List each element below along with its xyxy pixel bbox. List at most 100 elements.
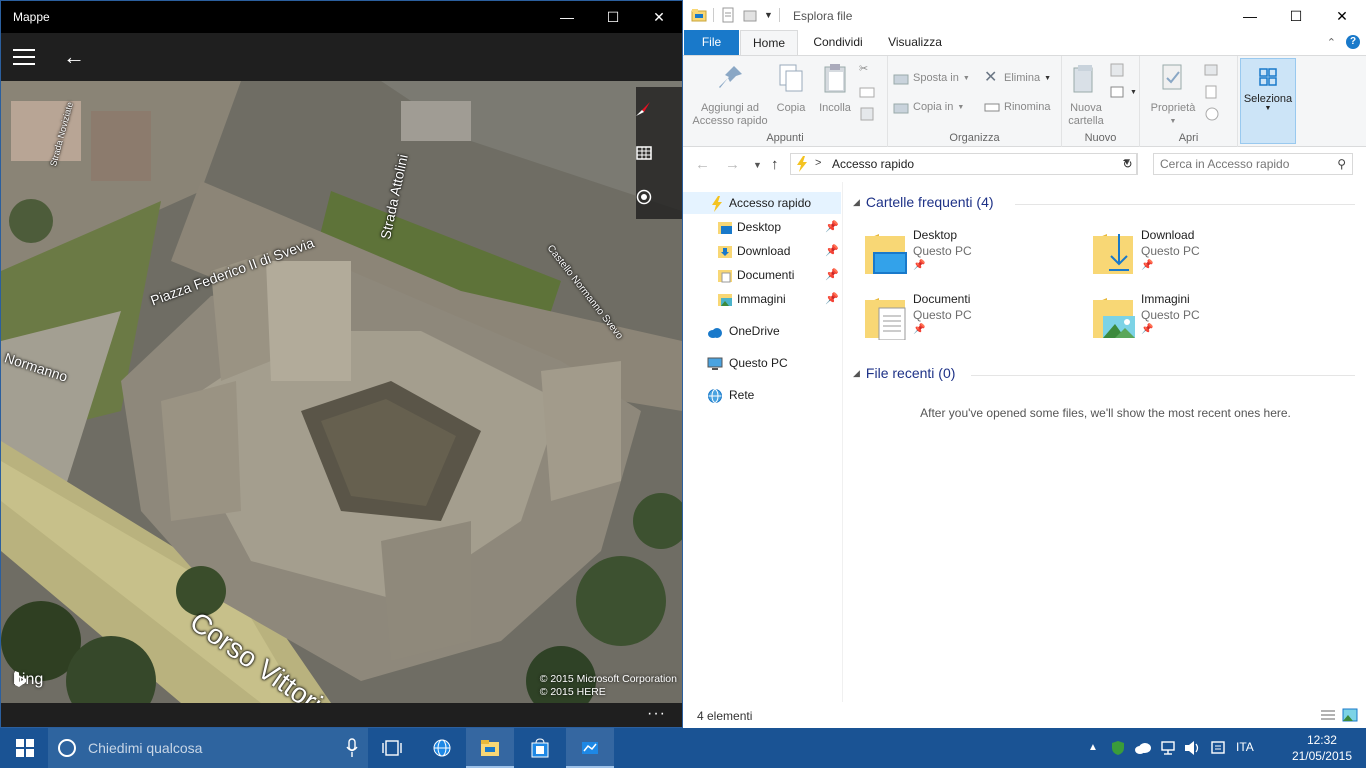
section-title: File recenti (0) xyxy=(865,365,956,381)
address-bar-row: ← → ▼ ↑ > Accesso rapido ▼ ↻ ⚲ xyxy=(683,148,1366,182)
nav-item-pictures[interactable]: Immagini 📌 xyxy=(683,288,843,310)
minimize-button[interactable]: — xyxy=(544,1,590,33)
move-to-button[interactable]: Sposta in ▼ xyxy=(893,70,970,86)
forward-nav-icon[interactable]: → xyxy=(725,156,740,173)
select-button[interactable]: Seleziona ▼ xyxy=(1240,58,1296,144)
nav-label: Accesso rapido xyxy=(729,196,812,210)
close-button[interactable]: ✕ xyxy=(1319,0,1365,32)
copy-path-button[interactable] xyxy=(859,84,875,100)
help-icon[interactable]: ? xyxy=(1346,35,1360,49)
hamburger-menu-icon[interactable] xyxy=(13,49,35,65)
folder-tile-desktop[interactable]: Desktop Questo PC 📌 xyxy=(863,228,1083,288)
open-button[interactable] xyxy=(1204,62,1220,78)
taskbar-browser[interactable] xyxy=(418,728,466,768)
properties-button[interactable]: Proprietà ▼ xyxy=(1148,60,1198,128)
collapse-ribbon-chevron-icon[interactable]: ⌃ xyxy=(1327,36,1336,49)
nav-item-desktop[interactable]: Desktop 📌 xyxy=(683,216,843,238)
group-label: Organizza xyxy=(949,132,1000,144)
maximize-button[interactable]: ☐ xyxy=(590,1,636,33)
nav-item-onedrive[interactable]: OneDrive xyxy=(683,320,843,342)
maximize-button[interactable]: ☐ xyxy=(1273,0,1319,32)
edit-button[interactable] xyxy=(1204,84,1220,100)
ribbon-tabs: File Home Condividi Visualizza ⌃ ? xyxy=(683,30,1366,55)
up-nav-icon[interactable]: ↑ xyxy=(771,156,779,173)
taskbar-store[interactable] xyxy=(516,728,564,768)
large-icons-view-icon[interactable] xyxy=(1342,708,1358,722)
show-hidden-icons-chevron-icon[interactable]: ▲ xyxy=(1088,742,1098,753)
search-icon[interactable]: ⚲ xyxy=(1337,157,1346,171)
more-options-button[interactable]: ··· xyxy=(647,703,666,725)
action-center-icon[interactable] xyxy=(1210,740,1226,756)
collapse-triangle-icon: ◢ xyxy=(853,196,860,207)
taskbar-file-explorer[interactable] xyxy=(466,728,514,768)
delete-button[interactable]: ✕ Elimina ▼ xyxy=(984,70,1051,86)
search-input[interactable] xyxy=(1154,154,1324,174)
folder-location: Questo PC xyxy=(913,308,972,322)
onedrive-tray-icon[interactable] xyxy=(1134,741,1152,755)
minimize-button[interactable]: — xyxy=(1227,0,1273,32)
copy-to-button[interactable]: Copia in ▼ xyxy=(893,99,964,115)
new-folder-qat-icon[interactable] xyxy=(742,7,758,23)
recent-locations-chevron-icon[interactable]: ▼ xyxy=(753,160,762,170)
new-folder-button[interactable]: Nuova cartella xyxy=(1066,60,1106,128)
customize-qat-chevron-icon[interactable]: ▼ xyxy=(764,10,773,20)
back-nav-icon[interactable]: ← xyxy=(695,156,710,173)
tab-share[interactable]: Condividi xyxy=(803,30,873,55)
quick-access-bolt-icon xyxy=(797,156,807,172)
frequent-folders-header[interactable]: ◢ Cartelle frequenti (4) xyxy=(853,194,994,210)
map-3d-view[interactable]: Strada Attolini Piazza Federico II di Sv… xyxy=(1,81,682,703)
pin-quick-access-button[interactable]: Aggiungi ad Accesso rapido xyxy=(689,60,771,128)
copy-button[interactable]: Copia xyxy=(769,60,813,115)
breadcrumb-current[interactable]: Accesso rapido xyxy=(832,157,914,171)
folder-tile-documents[interactable]: Documenti Questo PC 📌 xyxy=(863,292,1083,352)
new-item-button[interactable] xyxy=(1110,62,1126,78)
compass-icon[interactable] xyxy=(636,87,682,131)
nav-item-documents[interactable]: Documenti 📌 xyxy=(683,264,843,286)
folder-tile-download[interactable]: Download Questo PC 📌 xyxy=(1091,228,1311,288)
rename-button[interactable]: Rinomina xyxy=(984,99,1050,115)
nav-item-quick-access[interactable]: Accesso rapido xyxy=(683,192,841,214)
details-view-icon[interactable] xyxy=(1320,708,1336,722)
section-title: Cartelle frequenti (4) xyxy=(865,194,994,210)
input-language[interactable]: ITA xyxy=(1236,740,1254,754)
history-button[interactable] xyxy=(1204,106,1220,122)
folder-tile-pictures[interactable]: Immagini Questo PC 📌 xyxy=(1091,292,1311,352)
copyright-line: © 2015 Microsoft Corporation xyxy=(539,673,677,685)
defender-shield-icon[interactable] xyxy=(1110,740,1126,756)
taskbar: Chiedimi qualcosa ▲ ITA 12:32 21/05/2015 xyxy=(0,728,1366,768)
paste-shortcut-button[interactable] xyxy=(859,106,875,122)
close-button[interactable]: ✕ xyxy=(636,1,682,33)
tab-file[interactable]: File xyxy=(684,30,739,55)
easy-access-button[interactable]: ▼ xyxy=(1110,84,1137,100)
pin-icon[interactable]: 📌 xyxy=(825,240,839,262)
recent-files-header[interactable]: ◢ File recenti (0) xyxy=(853,365,955,381)
nav-label: Desktop xyxy=(737,220,782,234)
nav-item-this-pc[interactable]: Questo PC xyxy=(683,352,843,374)
pin-icon[interactable]: 📌 xyxy=(825,216,839,238)
3d-grid-icon[interactable] xyxy=(636,131,682,175)
volume-icon[interactable] xyxy=(1184,740,1202,756)
location-icon[interactable] xyxy=(636,175,682,219)
tab-view[interactable]: Visualizza xyxy=(879,30,951,55)
tab-home[interactable]: Home xyxy=(740,30,798,55)
network-tray-icon[interactable] xyxy=(1160,740,1176,756)
taskbar-maps[interactable] xyxy=(566,728,614,768)
clock[interactable]: 12:32 21/05/2015 xyxy=(1292,732,1352,764)
folder-icon xyxy=(481,740,499,756)
task-view-button[interactable] xyxy=(368,728,416,768)
pin-icon[interactable]: 📌 xyxy=(825,288,839,310)
pin-icon[interactable]: 📌 xyxy=(825,264,839,286)
nav-item-network[interactable]: Rete xyxy=(683,384,843,406)
cut-button[interactable]: ✂ xyxy=(859,62,875,78)
refresh-button[interactable]: ↻ xyxy=(1118,153,1138,175)
paste-button[interactable]: Incolla xyxy=(813,60,857,115)
nav-item-download[interactable]: Download 📌 xyxy=(683,240,843,262)
back-arrow-icon[interactable]: ← xyxy=(59,43,89,71)
start-button[interactable] xyxy=(0,728,48,768)
properties-qat-icon[interactable] xyxy=(720,7,736,23)
microphone-icon[interactable] xyxy=(346,738,358,758)
new-folder-icon xyxy=(1073,65,1093,93)
cortana-search-box[interactable]: Chiedimi qualcosa xyxy=(48,728,368,768)
rename-label: Rinomina xyxy=(1004,101,1051,113)
address-field[interactable]: > Accesso rapido ▼ xyxy=(790,153,1137,175)
